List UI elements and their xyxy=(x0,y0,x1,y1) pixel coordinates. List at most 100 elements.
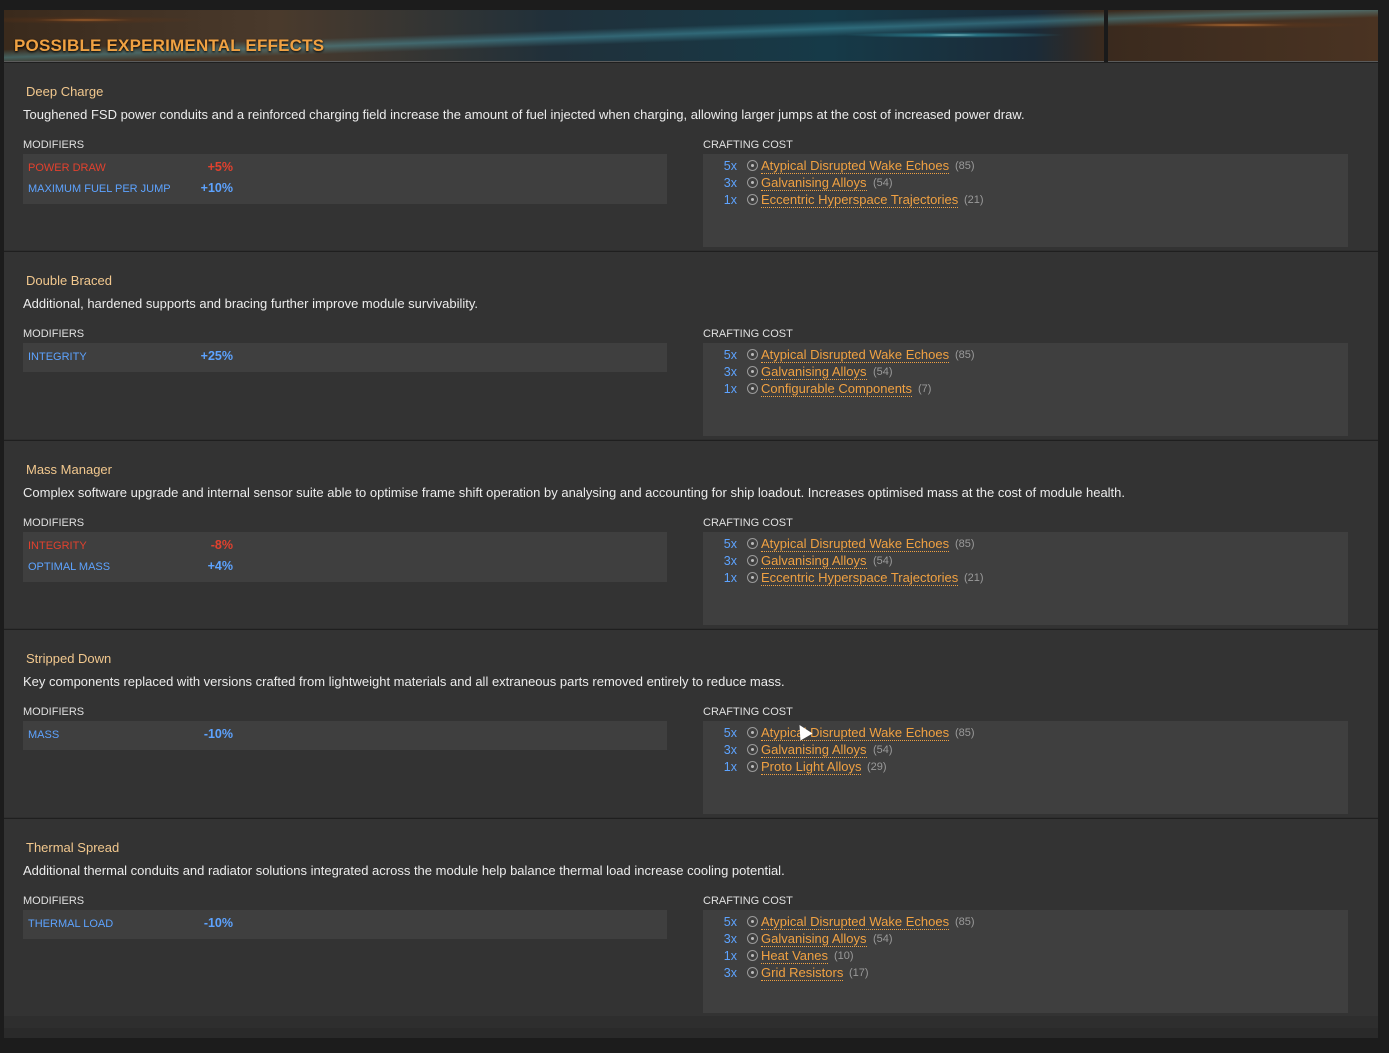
effect-description: Toughened FSD power conduits and a reinf… xyxy=(23,107,1025,122)
effect-section: Stripped Down Key components replaced wit… xyxy=(4,629,1378,817)
modifiers-label: MODIFIERS xyxy=(23,706,85,718)
modifiers-label: MODIFIERS xyxy=(23,139,85,151)
panel-footer xyxy=(4,1028,1378,1038)
material-link[interactable]: Atypical Disrupted Wake Echoes xyxy=(761,347,950,363)
modifier-row: MAXIMUM FUEL PER JUMP +10% xyxy=(28,179,667,200)
material-grade-icon xyxy=(747,967,758,978)
effect-description: Additional thermal conduits and radiator… xyxy=(23,863,785,878)
material-link[interactable]: Eccentric Hyperspace Trajectories xyxy=(761,192,959,208)
effect-section: Double Braced Additional, hardened suppor… xyxy=(4,251,1378,439)
effect-name: Double Braced xyxy=(26,273,112,288)
material-grade-icon xyxy=(747,744,758,755)
cost-row: 1x Proto Light Alloys (29) xyxy=(703,759,1348,776)
modifier-row: POWER DRAW +5% xyxy=(28,158,667,179)
material-count: (21) xyxy=(964,572,984,584)
effect-description: Complex software upgrade and internal se… xyxy=(23,485,1126,500)
cost-quantity: 5x xyxy=(723,537,737,551)
material-link[interactable]: Galvanising Alloys xyxy=(761,175,867,191)
crafting-cost-label: CRAFTING COST xyxy=(703,706,793,718)
modifier-label: INTEGRITY xyxy=(28,351,87,363)
modifier-value: -10% xyxy=(203,727,233,741)
material-grade-icon xyxy=(747,916,758,927)
effect-section: Mass Manager Complex software upgrade and… xyxy=(4,440,1378,628)
modifier-value: +25% xyxy=(200,349,233,363)
cost-quantity: 1x xyxy=(723,193,737,207)
crafting-cost-label: CRAFTING COST xyxy=(703,139,793,151)
experimental-effects-panel: POSSIBLE EXPERIMENTAL EFFECTS Deep Charg… xyxy=(4,10,1378,1038)
cost-row: 5x Atypical Disrupted Wake Echoes (85) xyxy=(703,914,1348,931)
cost-row: 3x Galvanising Alloys (54) xyxy=(703,364,1348,381)
cost-row: 5x Atypical Disrupted Wake Echoes (85) xyxy=(703,536,1348,553)
cost-row: 3x Galvanising Alloys (54) xyxy=(703,742,1348,759)
material-link[interactable]: Galvanising Alloys xyxy=(761,931,867,947)
cost-row: 3x Galvanising Alloys (54) xyxy=(703,175,1348,192)
modifier-row: MASS -10% xyxy=(28,725,667,746)
cost-row: 5x Atypical Disrupted Wake Echoes (85) xyxy=(703,158,1348,175)
panel-title: POSSIBLE EXPERIMENTAL EFFECTS xyxy=(14,36,325,55)
material-grade-icon xyxy=(747,933,758,944)
modifier-value: +5% xyxy=(207,160,233,174)
material-link[interactable]: Eccentric Hyperspace Trajectories xyxy=(761,570,959,586)
effect-name: Mass Manager xyxy=(26,462,112,477)
cost-quantity: 5x xyxy=(723,159,737,173)
modifiers-label: MODIFIERS xyxy=(23,895,85,907)
cost-row: 3x Galvanising Alloys (54) xyxy=(703,931,1348,948)
material-link[interactable]: Galvanising Alloys xyxy=(761,553,867,569)
cost-row: 3x Grid Resistors (17) xyxy=(703,965,1348,982)
material-link[interactable]: Atypical Disrupted Wake Echoes xyxy=(761,914,950,930)
effect-name: Thermal Spread xyxy=(26,840,120,855)
material-link[interactable]: Atypical Disrupted Wake Echoes xyxy=(761,725,950,741)
modifier-row: THERMAL LOAD -10% xyxy=(28,914,667,935)
effect-name: Deep Charge xyxy=(26,84,104,99)
effect-description: Key components replaced with versions cr… xyxy=(23,674,785,689)
material-grade-icon xyxy=(747,177,758,188)
crafting-cost-table: 5x Atypical Disrupted Wake Echoes (85) 3… xyxy=(703,532,1348,625)
modifier-label: THERMAL LOAD xyxy=(28,918,114,930)
cost-row: 1x Eccentric Hyperspace Trajectories (21… xyxy=(703,570,1348,587)
material-link[interactable]: Heat Vanes xyxy=(761,948,828,964)
material-link[interactable]: Atypical Disrupted Wake Echoes xyxy=(761,536,950,552)
material-link[interactable]: Galvanising Alloys xyxy=(761,364,867,380)
cost-quantity: 3x xyxy=(723,743,737,757)
material-count: (85) xyxy=(955,160,975,172)
material-link[interactable]: Proto Light Alloys xyxy=(761,759,862,775)
effect-section: Thermal Spread Additional thermal conduit… xyxy=(4,818,1378,1016)
material-grade-icon xyxy=(747,366,758,377)
material-grade-icon xyxy=(747,160,758,171)
cost-row: 1x Configurable Components (7) xyxy=(703,381,1348,398)
material-link[interactable]: Configurable Components xyxy=(761,381,913,397)
material-count: (21) xyxy=(964,194,984,206)
material-link[interactable]: Galvanising Alloys xyxy=(761,742,867,758)
modifier-row: OPTIMAL MASS +4% xyxy=(28,557,667,578)
modifier-value: -10% xyxy=(203,916,233,930)
modifiers-table: INTEGRITY -8% OPTIMAL MASS +4% xyxy=(23,532,667,582)
material-count: (85) xyxy=(955,727,975,739)
modifiers-table: POWER DRAW +5% MAXIMUM FUEL PER JUMP +10… xyxy=(23,154,667,204)
material-grade-icon xyxy=(747,383,758,394)
banner-divider xyxy=(1104,10,1108,62)
material-link[interactable]: Atypical Disrupted Wake Echoes xyxy=(761,158,950,174)
cost-row: 5x Atypical Disrupted Wake Echoes (85) xyxy=(703,347,1348,364)
material-link[interactable]: Grid Resistors xyxy=(761,965,844,981)
cost-quantity: 3x xyxy=(723,176,737,190)
modifier-label: OPTIMAL MASS xyxy=(28,561,111,573)
crafting-cost-label: CRAFTING COST xyxy=(703,517,793,529)
effect-section: Deep Charge Toughened FSD power conduits … xyxy=(4,62,1378,250)
material-count: (29) xyxy=(867,761,887,773)
cost-row: 1x Eccentric Hyperspace Trajectories (21… xyxy=(703,192,1348,209)
material-count: (54) xyxy=(873,744,893,756)
modifiers-label: MODIFIERS xyxy=(23,517,85,529)
crafting-cost-label: CRAFTING COST xyxy=(703,895,793,907)
crafting-cost-label: CRAFTING COST xyxy=(703,328,793,340)
cost-quantity: 5x xyxy=(723,726,737,740)
modifiers-label: MODIFIERS xyxy=(23,328,85,340)
material-grade-icon xyxy=(747,538,758,549)
modifier-label: POWER DRAW xyxy=(28,162,106,174)
cost-quantity: 3x xyxy=(723,932,737,946)
cost-quantity: 5x xyxy=(723,915,737,929)
crafting-cost-table: 5x Atypical Disrupted Wake Echoes (85) 3… xyxy=(703,910,1348,1013)
modifier-label: MASS xyxy=(28,729,60,741)
modifier-label: MAXIMUM FUEL PER JUMP xyxy=(28,183,171,195)
modifier-label: INTEGRITY xyxy=(28,540,87,552)
material-grade-icon xyxy=(747,555,758,566)
